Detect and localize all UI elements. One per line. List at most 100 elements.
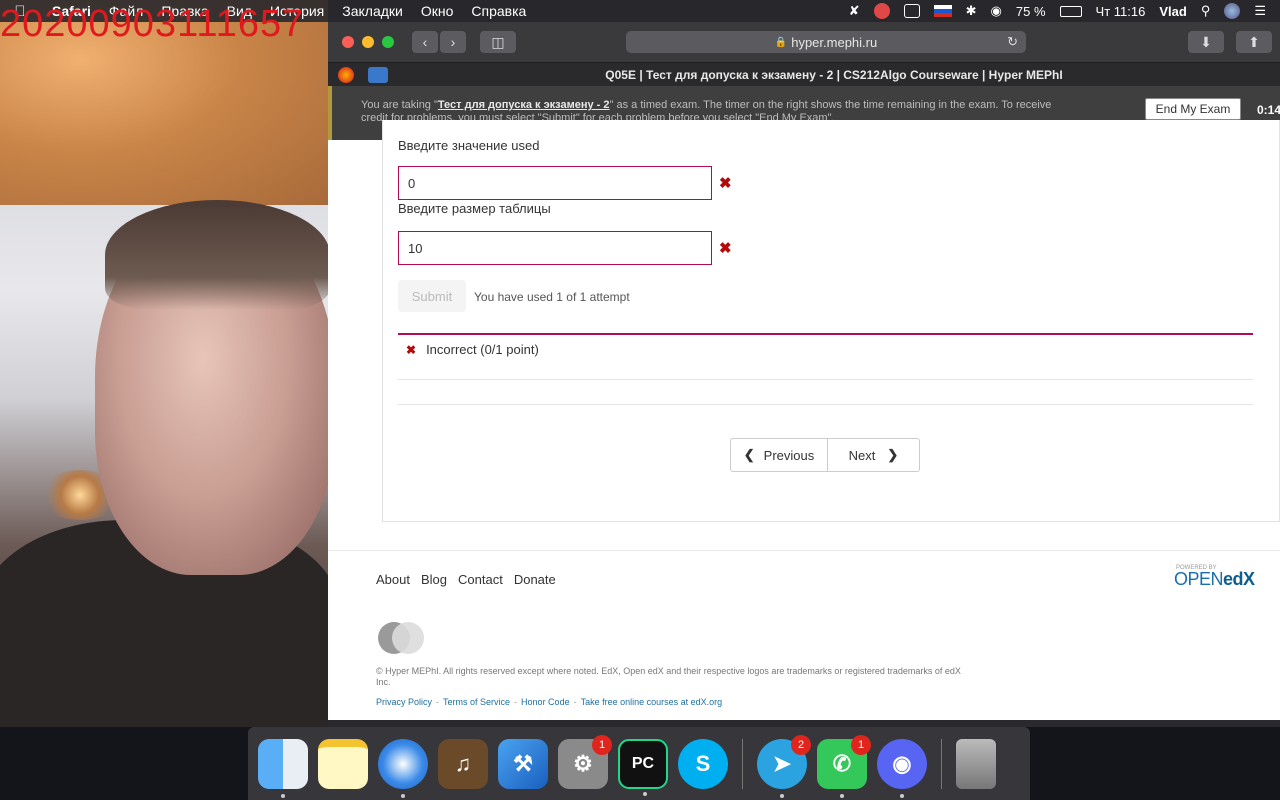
downloads-icon[interactable]: ⬇ bbox=[1188, 31, 1224, 53]
webcam-feed bbox=[0, 0, 328, 727]
webcam-person-hair bbox=[105, 200, 328, 310]
exam-name-link[interactable]: Тест для допуска к экзамену - 2 bbox=[438, 99, 610, 111]
address-bar[interactable]: 🔒 hyper.mephi.ru ↻ bbox=[626, 31, 1026, 53]
battery-percentage[interactable]: 75 % bbox=[1016, 4, 1046, 19]
footer-link-about[interactable]: About bbox=[376, 572, 410, 587]
facetime-icon[interactable]: ✆ 1 bbox=[817, 734, 871, 798]
tab-bar: Q05E | Тест для допуска к экзамену - 2 |… bbox=[328, 62, 1280, 86]
logo-circle-light bbox=[392, 622, 424, 654]
previous-button[interactable]: ❮ Previous bbox=[731, 439, 828, 471]
discord-icon[interactable]: ◉ bbox=[877, 738, 927, 798]
logo-open-text: OPEN bbox=[1174, 569, 1224, 589]
result-divider bbox=[398, 333, 1253, 335]
course-content: Введите значение used 0 ✖ Введите размер… bbox=[328, 120, 1280, 720]
bluetooth-icon[interactable]: ✱ bbox=[966, 3, 977, 19]
spotlight-icon[interactable]: ⚲ bbox=[1201, 3, 1211, 19]
privacy-policy-link[interactable]: Privacy Policy bbox=[376, 697, 432, 707]
menu-bookmarks[interactable]: Закладки bbox=[342, 3, 403, 19]
browser-toolbar: ‹ › ◫ 🔒 hyper.mephi.ru ↻ ⬇ ⬆ bbox=[328, 22, 1280, 62]
sequence-pager: ❮ Previous Next ❯ bbox=[730, 438, 920, 472]
window-controls bbox=[342, 36, 394, 48]
notification-center-icon[interactable]: ☰ bbox=[1254, 3, 1266, 19]
skype-icon[interactable]: S bbox=[678, 738, 728, 789]
incorrect-icon: ✖ bbox=[406, 342, 417, 357]
footer-nav: About Blog Contact Donate bbox=[376, 572, 556, 587]
share-icon[interactable]: ⬆ bbox=[1236, 31, 1272, 53]
legal-links: Privacy Policy - Terms of Service - Honor … bbox=[376, 697, 723, 707]
divider bbox=[398, 404, 1253, 405]
lock-icon: 🔒 bbox=[774, 36, 788, 48]
logo-edx-text: edX bbox=[1223, 569, 1255, 589]
garageband-icon[interactable]: ♫ bbox=[438, 738, 488, 789]
tab-chat-icon[interactable] bbox=[368, 66, 388, 83]
notification-badge: 1 bbox=[851, 734, 871, 755]
incorrect-icon: ✖ bbox=[719, 175, 732, 192]
footer-link-contact[interactable]: Contact bbox=[458, 572, 503, 587]
result-status: ✖ Incorrect (0/1 point) bbox=[406, 342, 539, 357]
telegram-icon[interactable]: ➤ 2 bbox=[757, 734, 811, 798]
menu-help[interactable]: Справка bbox=[471, 3, 526, 19]
table-size-input[interactable]: 10 bbox=[398, 231, 712, 265]
incorrect-icon: ✖ bbox=[719, 240, 732, 257]
notes-icon[interactable] bbox=[318, 738, 368, 789]
notification-badge: 1 bbox=[592, 734, 612, 755]
recording-timestamp: 20200903111657 bbox=[0, 3, 305, 45]
terms-of-service-link[interactable]: Terms of Service bbox=[443, 697, 510, 707]
sidebar-toggle-icon[interactable]: ◫ bbox=[480, 31, 516, 53]
menu-window[interactable]: Окно bbox=[421, 3, 454, 19]
field-label-table-size: Введите размер таблицы bbox=[398, 201, 551, 216]
site-footer: About Blog Contact Donate POWERED BY OPE… bbox=[328, 550, 1280, 720]
chevron-right-icon: ❯ bbox=[887, 447, 899, 462]
dock-separator bbox=[941, 738, 942, 789]
keyboard-layout-icon[interactable] bbox=[933, 5, 952, 17]
next-button[interactable]: Next ❯ bbox=[828, 439, 919, 471]
dock-separator bbox=[742, 738, 743, 789]
edx-courses-link[interactable]: Take free online courses at edX.org bbox=[581, 697, 723, 707]
site-logo bbox=[378, 622, 428, 654]
footer-link-donate[interactable]: Donate bbox=[514, 572, 556, 587]
submit-button[interactable]: Submit bbox=[398, 280, 466, 312]
reload-icon[interactable]: ↻ bbox=[1007, 34, 1018, 50]
open-edx-logo[interactable]: POWERED BY OPENedX bbox=[1174, 565, 1255, 590]
trash-icon[interactable] bbox=[956, 738, 996, 789]
xcode-icon[interactable]: ⚒ bbox=[498, 738, 548, 789]
display-icon[interactable] bbox=[903, 4, 920, 18]
exam-banner-text-pre: You are taking " bbox=[361, 99, 438, 111]
copyright-text: © Hyper MEPhI. All rights reserved excep… bbox=[376, 666, 961, 687]
safari-icon[interactable] bbox=[378, 738, 428, 798]
notification-badge: 2 bbox=[791, 734, 811, 755]
used-input[interactable]: 0 bbox=[398, 166, 712, 200]
divider bbox=[398, 379, 1253, 380]
attempts-text: You have used 1 of 1 attempt bbox=[474, 290, 630, 304]
siri-icon[interactable] bbox=[1224, 3, 1241, 19]
zoom-window-icon[interactable] bbox=[382, 36, 394, 48]
no-signal-icon[interactable]: ✘ bbox=[849, 3, 860, 19]
dock: ♫ ⚒ ⚙ 1 PC S ➤ 2 ✆ 1 ◉ bbox=[248, 727, 1030, 800]
end-exam-button[interactable]: End My Exam bbox=[1145, 98, 1241, 120]
notification-app-icon[interactable] bbox=[873, 3, 890, 19]
system-preferences-icon[interactable]: ⚙ 1 bbox=[558, 734, 612, 789]
tab-title[interactable]: Q05E | Тест для допуска к экзамену - 2 |… bbox=[388, 68, 1280, 82]
chevron-left-icon: ❮ bbox=[743, 447, 755, 462]
exam-timer: 0:14: bbox=[1257, 103, 1280, 117]
close-window-icon[interactable] bbox=[342, 36, 354, 48]
battery-icon[interactable] bbox=[1059, 5, 1082, 17]
safari-window: ‹ › ◫ 🔒 hyper.mephi.ru ↻ ⬇ ⬆ Q05E | Тест… bbox=[328, 22, 1280, 720]
wifi-icon[interactable]: ◉ bbox=[991, 3, 1002, 19]
result-text: Incorrect (0/1 point) bbox=[426, 342, 539, 357]
powered-by-text: POWERED BY bbox=[1176, 565, 1217, 571]
menu-clock[interactable]: Чт 11:16 bbox=[1096, 4, 1146, 19]
pycharm-icon[interactable]: PC bbox=[618, 738, 668, 796]
url-text: hyper.mephi.ru bbox=[791, 34, 878, 50]
previous-label: Previous bbox=[763, 447, 815, 463]
finder-icon[interactable] bbox=[258, 738, 308, 798]
menu-user[interactable]: Vlad bbox=[1159, 4, 1186, 19]
back-icon[interactable]: ‹ bbox=[412, 31, 438, 53]
field-label-used: Введите значение used bbox=[398, 138, 540, 153]
footer-link-blog[interactable]: Blog bbox=[421, 572, 447, 587]
minimize-window-icon[interactable] bbox=[362, 36, 374, 48]
forward-icon[interactable]: › bbox=[440, 31, 466, 53]
tab-favicon-icon[interactable] bbox=[338, 66, 354, 83]
next-label: Next bbox=[848, 447, 876, 463]
honor-code-link[interactable]: Honor Code bbox=[521, 697, 570, 707]
